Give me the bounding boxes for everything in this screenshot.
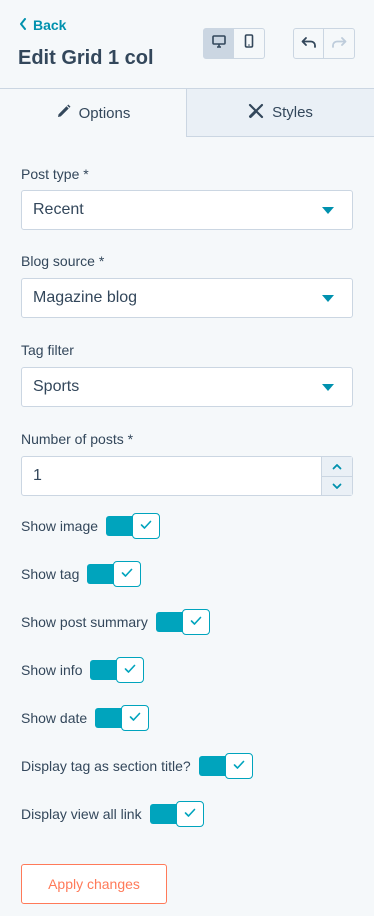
- toggle-knob: [181, 609, 210, 635]
- history-controls: [293, 28, 355, 59]
- show-tag-toggle[interactable]: [87, 561, 142, 587]
- tab-styles-label: Styles: [272, 104, 313, 121]
- mobile-icon: [244, 34, 254, 53]
- toggle-label: Show post summary: [21, 614, 148, 630]
- increment-button[interactable]: [322, 457, 352, 476]
- back-label: Back: [33, 17, 67, 33]
- toggle-row-show-date: Show date: [21, 705, 150, 731]
- checkmark-icon: [129, 709, 141, 727]
- toggle-knob: [121, 705, 150, 731]
- back-link[interactable]: Back: [19, 17, 66, 33]
- brush-icon: [248, 103, 264, 123]
- tab-options[interactable]: Options: [0, 89, 187, 137]
- show-date-toggle[interactable]: [95, 705, 150, 731]
- decrement-button[interactable]: [322, 475, 352, 495]
- mobile-preview-button[interactable]: [234, 28, 265, 59]
- toggle-knob: [132, 513, 161, 539]
- blog-source-label: Blog source *: [21, 253, 105, 269]
- toggle-knob: [113, 561, 142, 587]
- toggle-row-show-image: Show image: [21, 513, 161, 539]
- display-view-all-link-toggle[interactable]: [149, 801, 204, 827]
- checkmark-icon: [190, 613, 202, 631]
- chevron-down-icon: [332, 477, 342, 495]
- post-type-label: Post type *: [21, 166, 89, 182]
- desktop-preview-button[interactable]: [203, 28, 234, 59]
- number-of-posts-label: Number of posts *: [21, 431, 134, 447]
- pencil-icon: [56, 104, 71, 123]
- checkmark-icon: [233, 757, 245, 775]
- toggle-label: Show info: [21, 662, 83, 678]
- toggle-label: Show tag: [21, 566, 80, 582]
- editor-header: Back Edit Grid 1 col: [0, 0, 374, 88]
- editor-tabs: Options Styles: [0, 88, 374, 137]
- show-image-toggle[interactable]: [106, 513, 161, 539]
- post-type-value: Recent: [33, 201, 84, 218]
- undo-button[interactable]: [293, 28, 324, 59]
- caret-down-icon: [322, 384, 334, 391]
- toggle-label: Show image: [21, 518, 99, 534]
- show-info-toggle[interactable]: [90, 657, 145, 683]
- toggle-knob: [175, 801, 204, 827]
- tab-options-label: Options: [78, 104, 131, 122]
- toggle-label: Show date: [21, 710, 88, 726]
- chevron-left-icon: [19, 18, 27, 32]
- checkmark-icon: [121, 565, 133, 583]
- tab-styles[interactable]: Styles: [187, 89, 374, 137]
- tag-filter-select[interactable]: Sports: [21, 367, 353, 407]
- toggle-row-show-info: Show info: [21, 657, 145, 683]
- toggle-row-show-tag: Show tag: [21, 561, 142, 587]
- quantity-stepper: [321, 457, 352, 495]
- tag-filter-value: Sports: [33, 378, 80, 395]
- caret-down-icon: [322, 295, 334, 302]
- caret-down-icon: [322, 207, 334, 214]
- undo-icon: [301, 35, 317, 53]
- blog-source-value: Magazine blog: [33, 289, 138, 306]
- toggle-row-display-tag-as-section-title: Display tag as section title?: [21, 753, 253, 779]
- desktop-icon: [211, 34, 226, 53]
- page-title: Edit Grid 1 col: [18, 47, 154, 69]
- apply-changes-button[interactable]: Apply changes: [21, 864, 167, 904]
- checkmark-icon: [140, 517, 152, 535]
- toggle-knob: [116, 657, 145, 683]
- device-preview-toggle: [203, 28, 265, 59]
- redo-button[interactable]: [324, 28, 355, 59]
- number-of-posts-value: 1: [33, 467, 42, 484]
- toggle-row-show-post-summary: Show post summary: [21, 609, 210, 635]
- tag-filter-label: Tag filter: [21, 342, 74, 358]
- checkmark-icon: [184, 805, 196, 823]
- toggle-knob: [224, 753, 253, 779]
- toggle-row-display-view-all-link: Display view all link: [21, 801, 204, 827]
- display-tag-as-section-title-toggle[interactable]: [198, 753, 253, 779]
- redo-icon: [331, 35, 347, 53]
- checkmark-icon: [124, 661, 136, 679]
- post-type-select[interactable]: Recent: [21, 190, 353, 230]
- chevron-up-icon: [332, 457, 342, 475]
- show-post-summary-toggle[interactable]: [155, 609, 210, 635]
- number-of-posts-input[interactable]: 1: [21, 456, 353, 496]
- blog-source-select[interactable]: Magazine blog: [21, 278, 353, 318]
- toggle-label: Display view all link: [21, 806, 142, 822]
- toggle-label: Display tag as section title?: [21, 758, 191, 774]
